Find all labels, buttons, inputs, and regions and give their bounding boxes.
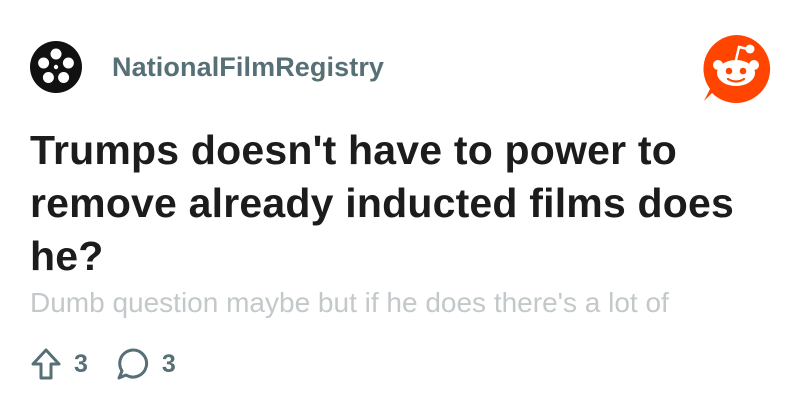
upvote-button[interactable]: 3: [30, 347, 88, 381]
comment-count: 3: [161, 349, 176, 378]
film-reel-icon[interactable]: [30, 41, 82, 93]
post-actions: 3 3: [30, 344, 176, 384]
reddit-snoo-icon: [703, 34, 771, 103]
upvote-arrow-icon: [31, 348, 61, 380]
post-header: NationalFilmRegistry: [30, 41, 384, 93]
post-title[interactable]: Trumps doesn't have to power to remove a…: [30, 124, 750, 283]
comments-button[interactable]: 3: [116, 347, 176, 381]
post-card[interactable]: NationalFilmRegistry Trumps doesn't have…: [0, 0, 800, 419]
post-body-preview: Dumb question maybe but if he does there…: [30, 287, 669, 318]
upvote-count: 3: [74, 349, 88, 378]
community-name[interactable]: NationalFilmRegistry: [112, 52, 384, 83]
comment-bubble-icon: [117, 348, 148, 380]
